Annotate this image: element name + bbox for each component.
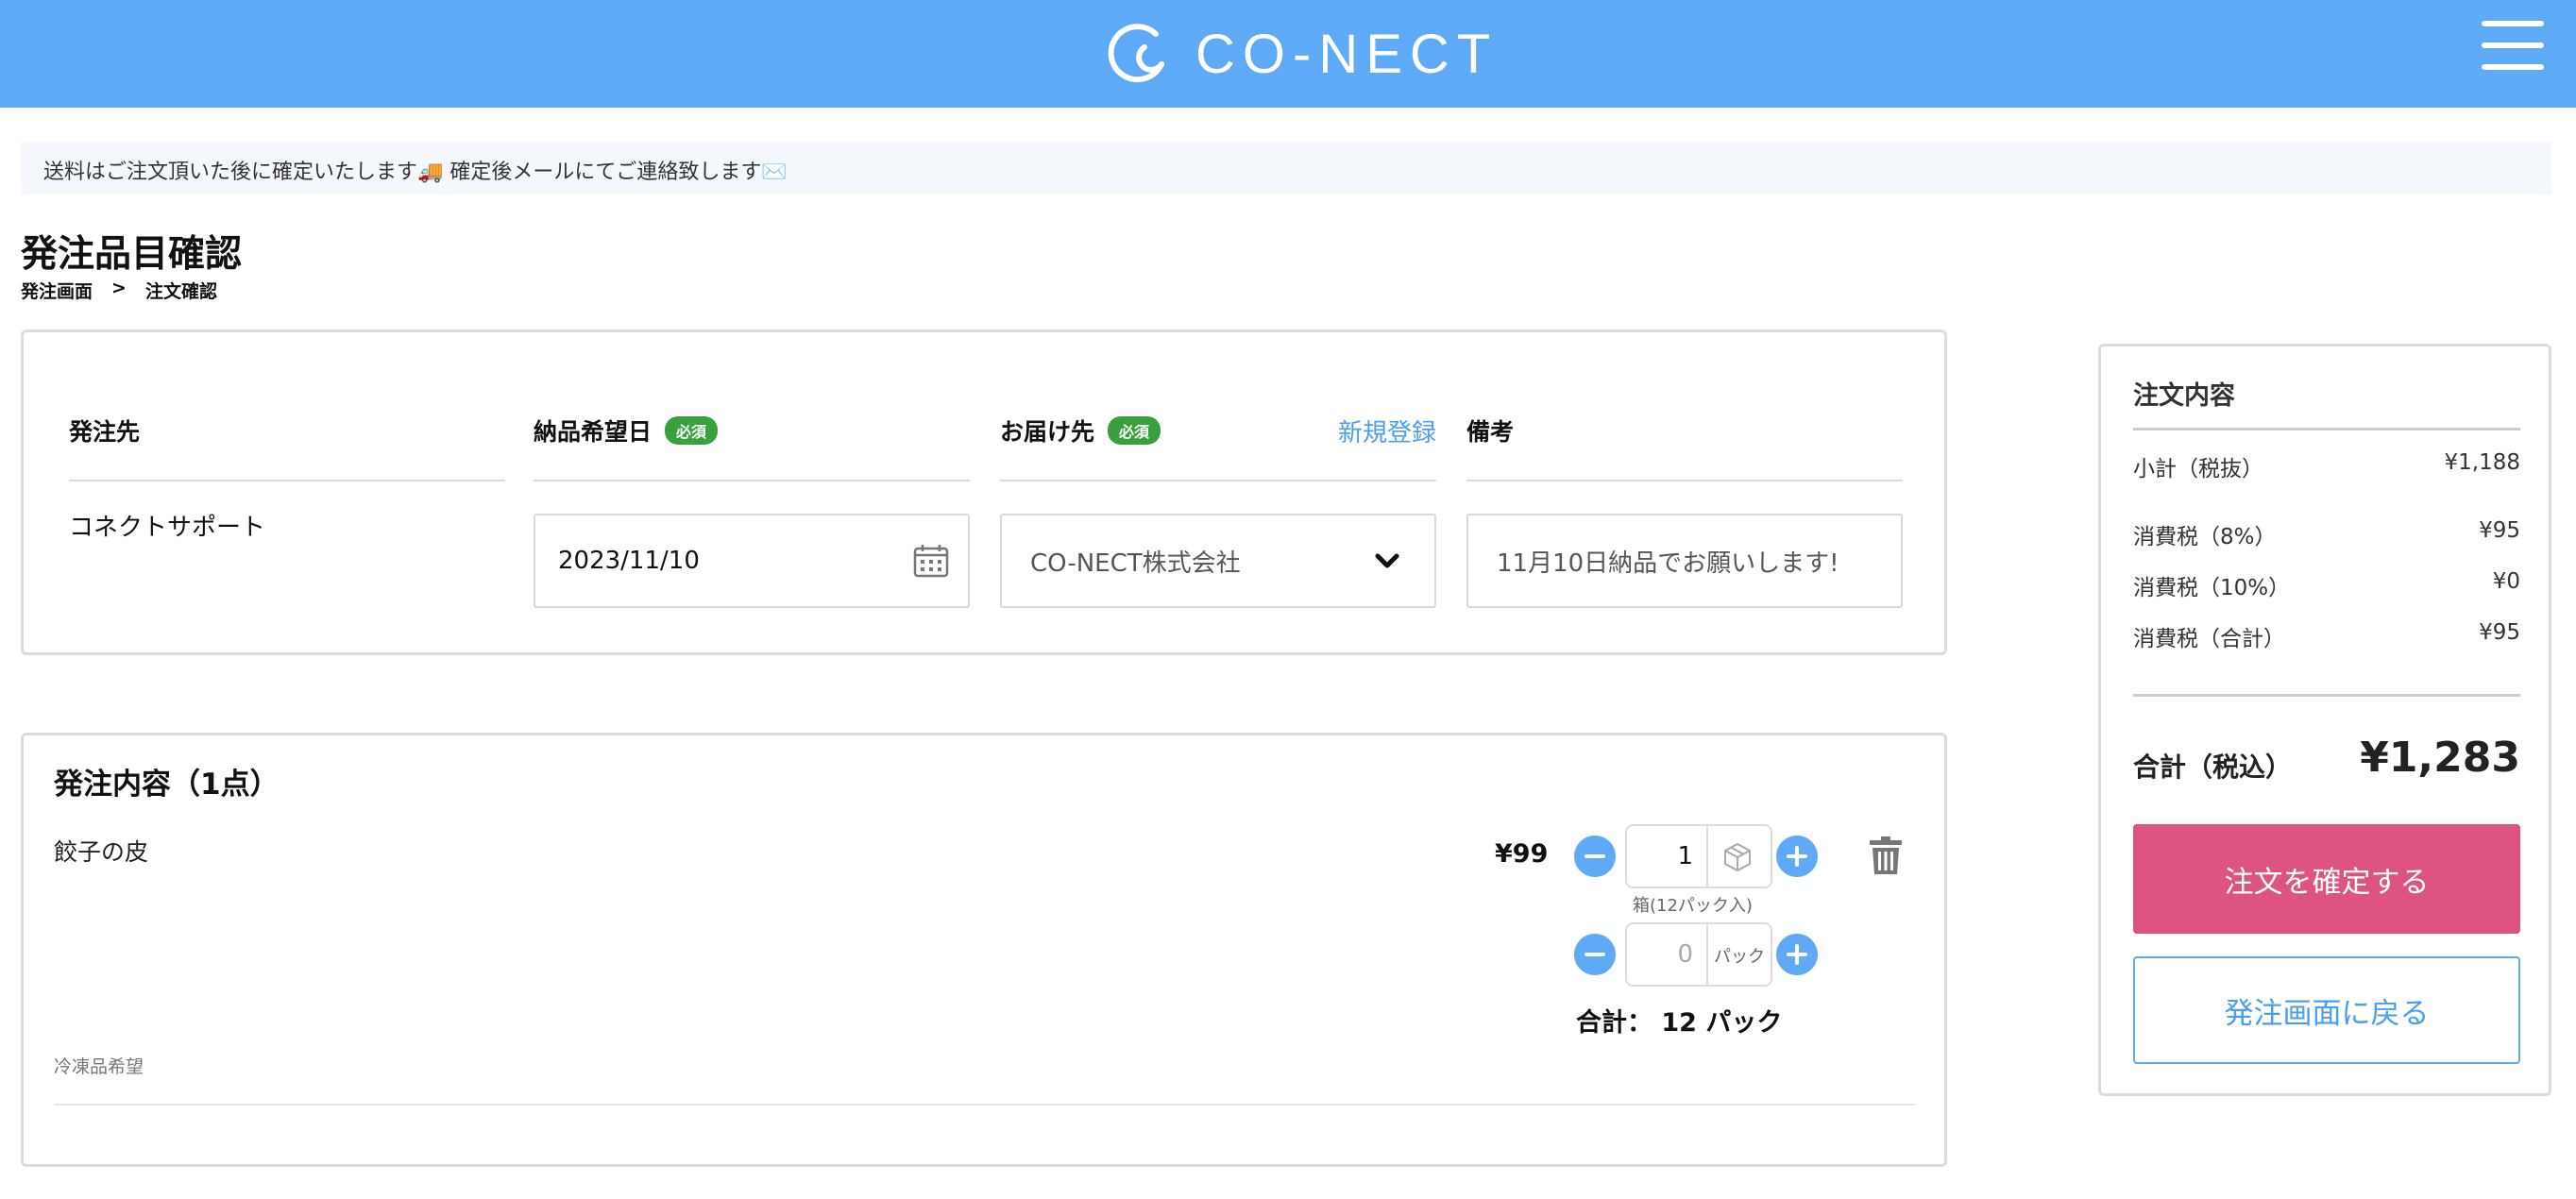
box-unit-caption: 箱(12パック入) xyxy=(1633,896,1753,916)
item-price: ¥99 xyxy=(1495,839,1549,869)
calendar-icon[interactable] xyxy=(913,544,949,578)
hamburger-menu-icon[interactable] xyxy=(2482,17,2548,76)
required-badge: 必須 xyxy=(1108,416,1161,445)
tax8-value: ¥95 xyxy=(2479,518,2520,543)
order-items-title: 発注内容（1点） xyxy=(54,768,280,802)
supplier-value: コネクトサポート xyxy=(69,514,266,542)
brand-name: CO-NECT xyxy=(1195,23,1499,85)
required-badge: 必須 xyxy=(665,416,719,445)
breadcrumb-current: 注文確認 xyxy=(144,281,217,302)
box-decrement-button[interactable] xyxy=(1574,836,1616,877)
tax-total-value: ¥95 xyxy=(2479,620,2520,645)
shipping-notice: 送料はご注文頂いた後に確定いたします🚚 確定後メールにてご連絡致します✉️ xyxy=(21,142,2551,194)
tax10-label: 消費税（10%） xyxy=(2133,576,2291,600)
app-header: CO-NECT xyxy=(0,0,2576,108)
pack-decrement-button[interactable] xyxy=(1574,934,1616,975)
delivery-date-divider xyxy=(534,480,970,481)
tax8-label: 消費税（8%） xyxy=(2133,525,2277,549)
destination-select[interactable]: CO-NECT株式会社 xyxy=(1000,514,1436,608)
summary-divider-top xyxy=(2133,428,2520,431)
item-name: 餃子の皮 xyxy=(54,838,149,866)
remarks-input[interactable]: 11月10日納品でお願いします! xyxy=(1466,514,1903,608)
destination-label-text: お届け先 xyxy=(1000,418,1095,446)
new-registration-link[interactable]: 新規登録 xyxy=(1338,414,1436,448)
breadcrumb: 発注画面 > 注文確認 xyxy=(21,278,217,303)
box-icon xyxy=(1724,842,1751,872)
item-divider xyxy=(54,1104,1916,1106)
supplier-label: 発注先 xyxy=(69,418,141,446)
remarks-divider xyxy=(1466,480,1903,481)
back-to-order-button[interactable]: 発注画面に戻る xyxy=(2133,956,2520,1064)
remarks-label: 備考 xyxy=(1466,418,1515,446)
total-label: 合計（税込） xyxy=(2133,751,2293,783)
delivery-date-label-text: 納品希望日 xyxy=(534,418,652,446)
item-total-packs: 合計： 12 パック xyxy=(1576,1008,1783,1038)
remarks-value: 11月10日納品でお願いします! xyxy=(1497,549,1839,578)
destination-label: お届け先 必須 xyxy=(1000,414,1161,448)
destination-value: CO-NECT株式会社 xyxy=(1030,549,1241,578)
order-summary-panel: 注文内容 小計（税抜） ¥1,188 消費税（8%） ¥95 消費税（10%） … xyxy=(2098,344,2551,1096)
pack-quantity-input[interactable] xyxy=(1627,924,1708,985)
confirm-order-button[interactable]: 注文を確定する xyxy=(2133,824,2520,934)
chevron-down-icon xyxy=(1375,553,1399,568)
pack-unit-label: パック xyxy=(1714,947,1765,967)
supplier-divider xyxy=(69,480,505,481)
order-items-card: 発注内容（1点） 餃子の皮 ¥99 箱(12パック入) パック 合計： 12 パ… xyxy=(21,733,1947,1167)
tax-total-label: 消費税（合計） xyxy=(2133,627,2285,651)
breadcrumb-order-screen[interactable]: 発注画面 xyxy=(21,278,93,303)
delivery-date-label: 納品希望日 必須 xyxy=(534,414,719,448)
delivery-date-input[interactable]: 2023/11/10 xyxy=(534,514,970,608)
delivery-date-value: 2023/11/10 xyxy=(558,547,700,575)
shipping-notice-text: 送料はご注文頂いた後に確定いたします🚚 確定後メールにてご連絡致します✉️ xyxy=(43,160,788,184)
pack-quantity-field: パック xyxy=(1625,922,1772,987)
summary-divider-bottom xyxy=(2133,694,2520,697)
summary-title: 注文内容 xyxy=(2133,381,2235,411)
subtotal-value: ¥1,188 xyxy=(2444,450,2520,475)
item-note: 冷凍品希望 xyxy=(54,1056,144,1077)
page-title: 発注品目確認 xyxy=(21,233,243,276)
pack-increment-button[interactable] xyxy=(1776,934,1818,975)
tax10-value: ¥0 xyxy=(2492,569,2520,594)
box-quantity-field xyxy=(1625,824,1772,888)
box-increment-button[interactable] xyxy=(1776,836,1818,877)
trash-icon[interactable] xyxy=(1869,836,1903,875)
breadcrumb-separator: > xyxy=(111,278,127,298)
order-details-card: 発注先 コネクトサポート 納品希望日 必須 2023/11/10 お届け先 必須 新… xyxy=(21,329,1947,655)
brand-logo[interactable]: CO-NECT xyxy=(1107,13,1498,94)
destination-divider xyxy=(1000,480,1436,481)
total-value: ¥1,283 xyxy=(2360,734,2520,782)
conect-logo-icon xyxy=(1108,24,1164,83)
box-quantity-input[interactable] xyxy=(1627,826,1708,887)
subtotal-label: 小計（税抜） xyxy=(2133,457,2263,481)
